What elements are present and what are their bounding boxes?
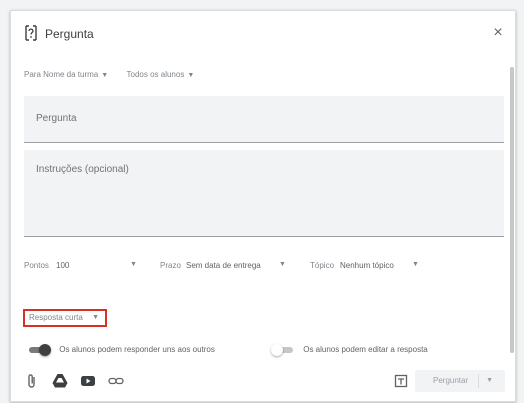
chevron-down-icon: ▼ (92, 314, 99, 321)
paperclip-icon[interactable] (23, 372, 41, 390)
question-input[interactable]: Pergunta (24, 96, 504, 143)
instructions-input[interactable]: Instruções (opcional) (24, 150, 504, 237)
chevron-down-icon: ▼ (101, 72, 109, 79)
drive-icon[interactable] (51, 372, 69, 390)
chevron-down-icon: ▼ (187, 72, 195, 79)
answer-type-label: Resposta curta (29, 313, 83, 322)
due-select[interactable]: Sem data de entrega (186, 261, 261, 270)
topic-label: Tópico (310, 261, 335, 270)
reply-toggle[interactable] (27, 344, 51, 356)
chevron-down-icon[interactable]: ▼ (279, 261, 286, 268)
topic-icon[interactable] (393, 373, 409, 389)
scrollbar-thumb[interactable] (510, 67, 514, 353)
due-label: Prazo (160, 261, 181, 270)
question-dialog: Pergunta × Para Nome da turma ▼ Todos os … (10, 10, 516, 402)
scrollbar[interactable] (509, 65, 515, 355)
close-button[interactable]: × (489, 24, 507, 42)
reply-toggle-row: Os alunos podem responder uns aos outros (27, 344, 215, 356)
students-selector[interactable]: Todos os alunos ▼ (127, 70, 195, 79)
link-icon[interactable] (107, 372, 125, 390)
edit-toggle[interactable] (271, 344, 295, 356)
dialog-titlebar: Pergunta × (11, 11, 515, 55)
points-label: Pontos (24, 261, 49, 270)
answer-type-select[interactable]: Resposta curta ▼ (23, 309, 107, 327)
students-selector-label: Todos os alunos (126, 70, 185, 79)
question-icon (24, 25, 38, 41)
edit-toggle-label: Os alunos podem editar a resposta (303, 345, 428, 355)
ask-button-divider (478, 374, 479, 388)
chevron-down-icon[interactable]: ▼ (130, 261, 137, 268)
chevron-down-icon[interactable]: ▼ (412, 261, 419, 268)
instructions-placeholder: Instruções (opcional) (36, 164, 129, 175)
edit-toggle-row: Os alunos podem editar a resposta (271, 344, 428, 356)
chevron-down-icon[interactable]: ▼ (486, 370, 493, 392)
points-select[interactable]: 100 (56, 261, 69, 270)
ask-button[interactable]: Perguntar ▼ (415, 370, 505, 392)
question-placeholder: Pergunta (36, 113, 77, 124)
recipients-row: Para Nome da turma ▼ Todos os alunos ▼ (24, 70, 194, 79)
class-selector[interactable]: Para Nome da turma ▼ (24, 70, 108, 79)
ask-button-label: Perguntar (433, 376, 469, 385)
dialog-title: Pergunta (45, 27, 94, 41)
reply-toggle-label: Os alunos podem responder uns aos outros (59, 345, 215, 355)
youtube-icon[interactable] (79, 372, 97, 390)
topic-select[interactable]: Nenhum tópico (340, 261, 394, 270)
question-params-row: Pontos 100 ▼ Prazo Sem data de entrega ▼… (24, 261, 504, 277)
class-selector-label: Para Nome da turma (24, 70, 99, 79)
